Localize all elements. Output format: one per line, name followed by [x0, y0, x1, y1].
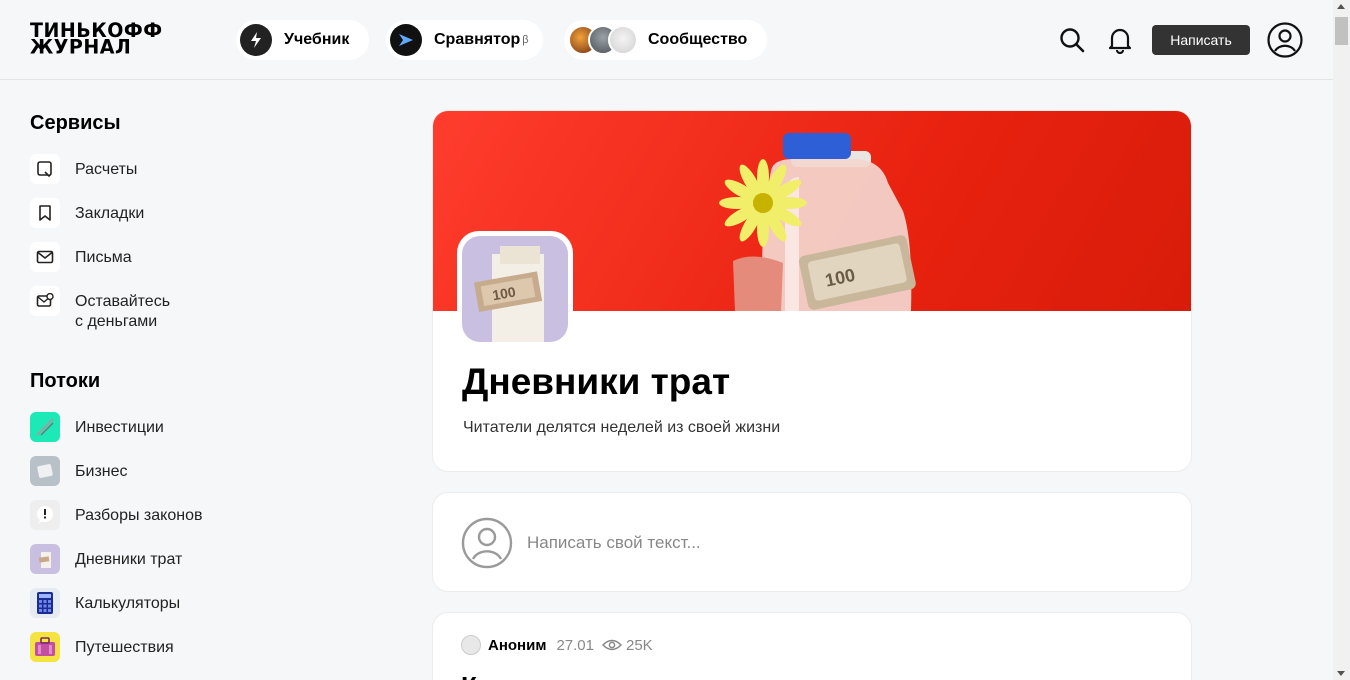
stream-avatar: 100 [457, 231, 573, 347]
calc-icon [30, 154, 60, 184]
wallet-mail-icon [30, 286, 60, 316]
sidebar-item-label: Дневники трат [75, 551, 183, 568]
community-avatars [568, 25, 638, 55]
nav-textbook-label: Учебник [284, 31, 350, 48]
business-icon [30, 456, 60, 486]
streams-heading: Потоки [30, 370, 101, 392]
post-title[interactable]: К [461, 671, 477, 680]
sidebar-item-label: Инвестиции [75, 419, 164, 436]
sidebar-item-letters[interactable]: Письма [30, 242, 132, 272]
scroll-up-arrow[interactable] [1337, 4, 1345, 9]
nav-comparator-label: Сравнятор [434, 31, 521, 48]
sidebar-item-label: Калькуляторы [75, 595, 181, 612]
bookmark-icon [30, 198, 60, 228]
calculator-icon [30, 588, 60, 618]
bell-icon[interactable] [1104, 22, 1136, 58]
sidebar-item-investments[interactable]: Инвестиции [30, 412, 164, 442]
investments-icon [30, 412, 60, 442]
services-heading: Сервисы [30, 112, 121, 134]
sidebar-item-business[interactable]: Бизнес [30, 456, 128, 486]
community-avatar-3 [608, 25, 638, 55]
user-profile-icon[interactable] [1266, 22, 1304, 58]
page-scrollbar[interactable] [1333, 0, 1350, 680]
compose-input[interactable]: Написать свой текст... [527, 533, 701, 553]
stream-description: Читатели делятся неделей из своей жизни [463, 419, 781, 436]
spending-diaries-icon [30, 544, 60, 574]
logo-line-2: ЖУРНАЛ [30, 35, 132, 59]
search-icon[interactable] [1056, 22, 1088, 58]
sidebar-item-label: Разборы законов [75, 507, 203, 524]
nav-community[interactable]: Сообщество [564, 20, 768, 60]
comparator-icon [390, 24, 422, 56]
site-header: ТИНЬКОФФ ЖУРНАЛ Учебник Сравнятор β Сооб… [0, 0, 1333, 80]
sidebar-item-label: Бизнес [75, 463, 128, 480]
label-line-2: с деньгами [75, 313, 158, 330]
compose-card[interactable]: Написать свой текст... [432, 492, 1192, 592]
sidebar-item-calculations[interactable]: Расчеты [30, 154, 137, 184]
post-views: 25K [601, 636, 653, 654]
sidebar-item-label: Расчеты [75, 161, 138, 178]
post-meta: Аноним 27.01 25K [461, 635, 653, 655]
sidebar-item-bookmarks[interactable]: Закладки [30, 198, 144, 228]
label-line-1: Оставайтесь [75, 293, 171, 310]
sidebar-item-calculators[interactable]: Калькуляторы [30, 588, 180, 618]
scroll-down-arrow[interactable] [1337, 671, 1345, 676]
post-views-count: 25K [625, 636, 653, 654]
eye-icon [601, 639, 622, 651]
scroll-thumb[interactable] [1335, 17, 1348, 45]
exclamation-bubble-icon [30, 500, 60, 530]
mail-icon [30, 242, 60, 272]
beta-mark: β [522, 34, 529, 46]
nav-textbook[interactable]: Учебник [236, 20, 370, 60]
lightning-icon [240, 24, 272, 56]
site-logo[interactable]: ТИНЬКОФФ ЖУРНАЛ [30, 21, 216, 59]
money-roll-icon: 100 [473, 246, 544, 342]
sidebar-item-stay-with-money[interactable]: Оставайтесь с деньгами [30, 286, 170, 332]
sidebar-item-law-reviews[interactable]: Разборы законов [30, 500, 202, 530]
sidebar-item-spending-diaries[interactable]: Дневники трат [30, 544, 182, 574]
post-date: 27.01 [556, 636, 594, 654]
write-button[interactable]: Написать [1152, 25, 1250, 55]
sidebar-item-label: Закладки [75, 205, 145, 222]
nav-comparator[interactable]: Сравнятор β [386, 20, 543, 60]
stream-header-card: 100 100 Дневники трат Читатели делятся н… [432, 110, 1192, 472]
author-avatar [461, 635, 481, 655]
post-card[interactable]: Аноним 27.01 25K К [432, 612, 1192, 680]
sidebar-item-label: Оставайтесь с деньгами [75, 286, 170, 332]
sidebar-item-label: Путешествия [75, 639, 174, 656]
nav-community-label: Сообщество [648, 31, 748, 48]
sidebar-item-travel[interactable]: Путешествия [30, 632, 174, 662]
user-avatar-icon [461, 517, 513, 569]
sidebar-item-label: Письма [75, 249, 132, 266]
post-author[interactable]: Аноним [488, 637, 546, 654]
stream-title: Дневники трат [462, 361, 731, 402]
suitcase-icon [30, 632, 60, 662]
